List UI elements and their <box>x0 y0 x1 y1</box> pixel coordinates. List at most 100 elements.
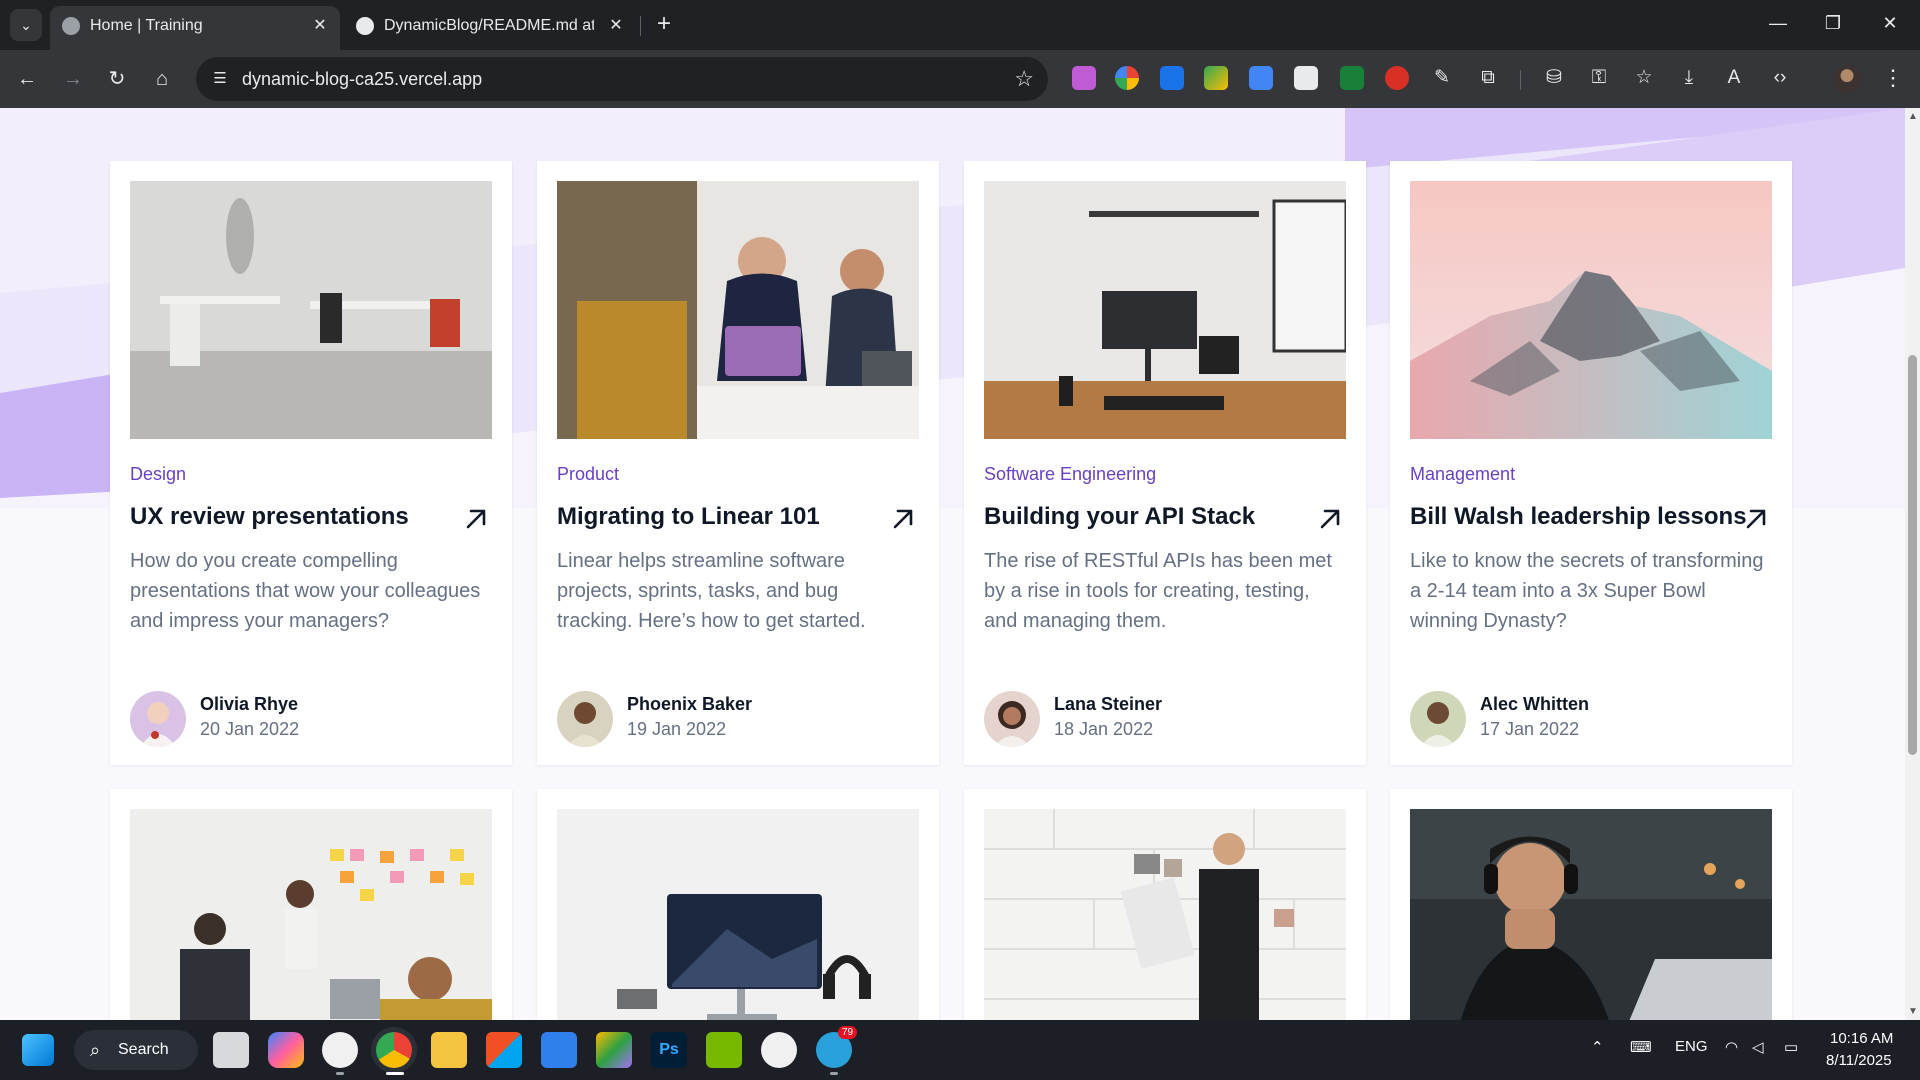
post-excerpt: Linear helps streamline software project… <box>557 550 866 632</box>
incognito-icon[interactable]: ⛁ <box>1540 64 1568 92</box>
extension-color-picker-icon[interactable] <box>1115 66 1139 90</box>
task-view-icon[interactable] <box>213 1032 249 1068</box>
author-name: Lana Steiner <box>1054 694 1163 714</box>
microsoft-store-icon[interactable] <box>486 1032 522 1068</box>
chatgpt-icon[interactable] <box>322 1032 358 1068</box>
globe-icon <box>62 17 80 35</box>
minimize-button[interactable]: — <box>1758 8 1798 38</box>
blog-card[interactable] <box>537 789 939 1020</box>
windows-taskbar: ⌕ Search Ps 79 ⌃ ⌨ ENG ◠ ◁ ▭ 10:16 AM 8/… <box>0 1020 1920 1080</box>
devtools-code-icon[interactable]: ‹› <box>1766 64 1794 92</box>
running-indicator <box>336 1072 344 1075</box>
copilot-icon[interactable] <box>268 1032 304 1068</box>
running-indicator <box>830 1072 838 1075</box>
extension-record-icon[interactable] <box>1385 66 1409 90</box>
language-indicator[interactable]: ENG <box>1675 1038 1708 1055</box>
post-title[interactable]: Building your API Stack <box>984 503 1304 531</box>
man-laptop-photo <box>1410 809 1772 1020</box>
site-info-icon[interactable]: ☰ <box>210 69 230 89</box>
app-diamond-icon[interactable] <box>596 1032 632 1068</box>
author-avatar <box>1410 691 1466 747</box>
wifi-icon[interactable]: ◠ <box>1725 1038 1738 1056</box>
tab-github-readme[interactable]: DynamicBlog/README.md at main ✕ <box>344 6 636 50</box>
tab-close-button[interactable]: ✕ <box>606 6 626 46</box>
clock-time[interactable]: 10:16 AM <box>1830 1030 1893 1047</box>
post-title[interactable]: Bill Walsh leadership lessons <box>1410 503 1747 531</box>
restore-button[interactable]: ❐ <box>1813 8 1853 38</box>
extension-flag-icon[interactable] <box>1340 66 1364 90</box>
nvidia-icon[interactable] <box>706 1032 742 1068</box>
scrollbar-thumb[interactable] <box>1908 355 1917 755</box>
extension-purple-icon[interactable] <box>1072 66 1096 90</box>
scroll-down-arrow-icon[interactable]: ▼ <box>1908 1006 1918 1017</box>
page-scrollbar[interactable]: ▲ ▼ <box>1905 108 1920 1020</box>
blog-card[interactable]: Product Migrating to Linear 101 Linear h… <box>537 161 939 765</box>
desk-setup-photo <box>984 181 1346 439</box>
blog-card[interactable]: Software Engineering Building your API S… <box>964 161 1366 765</box>
bookmarks-icon[interactable]: ☆ <box>1630 64 1658 92</box>
post-date: 18 Jan 2022 <box>1054 719 1154 739</box>
new-tab-button[interactable]: + <box>650 10 678 38</box>
volume-icon[interactable]: ◁ <box>1752 1038 1764 1056</box>
post-category[interactable]: Design <box>130 464 186 485</box>
author-name: Alec Whitten <box>1480 694 1590 714</box>
blog-card[interactable] <box>110 789 512 1020</box>
translate-icon[interactable]: A <box>1720 64 1748 92</box>
address-bar[interactable]: ☰ dynamic-blog-ca25.vercel.app ☆ <box>196 57 1048 101</box>
tray-chevron-up-icon[interactable]: ⌃ <box>1591 1038 1604 1056</box>
arrow-up-right-icon[interactable] <box>1316 505 1344 533</box>
tab-search-button[interactable]: ⌄ <box>10 9 42 41</box>
clock-date[interactable]: 8/11/2025 <box>1826 1052 1892 1069</box>
blog-card[interactable]: Design UX review presentations How do yo… <box>110 161 512 765</box>
tab-home-training[interactable]: Home | Training ✕ <box>50 6 340 50</box>
tab-title: Home | Training <box>90 17 203 34</box>
extension-download-icon[interactable] <box>1160 66 1184 90</box>
arrow-up-right-icon[interactable] <box>889 505 917 533</box>
post-category[interactable]: Product <box>557 464 619 485</box>
arrow-up-right-icon[interactable] <box>462 505 490 533</box>
post-title[interactable]: UX review presentations <box>130 503 450 531</box>
password-key-icon[interactable]: ⚿ <box>1585 64 1613 92</box>
photoshop-icon[interactable]: Ps <box>651 1032 687 1068</box>
reload-button[interactable]: ↻ <box>100 62 134 96</box>
extensions-puzzle-icon[interactable]: ⧉ <box>1474 64 1502 92</box>
telegram-icon[interactable]: 79 <box>816 1026 858 1068</box>
extension-calendar-icon[interactable] <box>1294 66 1318 90</box>
blog-card[interactable] <box>1390 789 1792 1020</box>
github-desktop-icon[interactable] <box>761 1032 797 1068</box>
monitor-headphones-photo <box>557 809 919 1020</box>
blog-card[interactable]: Management Bill Walsh leadership lessons… <box>1390 161 1792 765</box>
bookmark-star-icon[interactable]: ☆ <box>1014 66 1034 92</box>
more-menu-icon[interactable]: ⋮ <box>1880 64 1906 92</box>
post-excerpt: How do you create compelling presentatio… <box>130 550 481 632</box>
tab-close-button[interactable]: ✕ <box>310 6 330 46</box>
scroll-up-arrow-icon[interactable]: ▲ <box>1908 111 1918 122</box>
file-explorer-icon[interactable] <box>431 1032 467 1068</box>
profile-avatar[interactable] <box>1833 65 1861 93</box>
vscode-icon[interactable] <box>541 1032 577 1068</box>
eyedropper-icon[interactable]: ✎ <box>1428 64 1456 92</box>
post-category[interactable]: Software Engineering <box>984 464 1156 485</box>
github-icon <box>356 17 374 35</box>
taskbar-search-box[interactable]: ⌕ Search <box>74 1030 198 1070</box>
windows-start-icon[interactable] <box>22 1034 54 1066</box>
chrome-icon[interactable] <box>376 1032 412 1068</box>
battery-icon[interactable]: ▭ <box>1784 1038 1798 1056</box>
forward-button[interactable]: → <box>56 62 90 96</box>
back-button[interactable]: ← <box>10 62 44 96</box>
post-title[interactable]: Migrating to Linear 101 <box>557 503 877 531</box>
search-icon: ⌕ <box>90 1040 101 1060</box>
url-text[interactable]: dynamic-blog-ca25.vercel.app <box>242 69 482 90</box>
search-label: Search <box>118 1041 169 1058</box>
window-close-button[interactable]: ✕ <box>1870 8 1910 38</box>
blog-card[interactable] <box>964 789 1366 1020</box>
post-category[interactable]: Management <box>1410 464 1515 485</box>
extension-green-icon[interactable] <box>1204 66 1228 90</box>
tab-title: DynamicBlog/README.md at main <box>384 17 594 34</box>
google-translate-icon[interactable] <box>1249 66 1273 90</box>
arrow-up-right-icon[interactable] <box>1742 505 1770 533</box>
home-button[interactable]: ⌂ <box>145 62 179 96</box>
downloads-icon[interactable]: ⤓ <box>1675 64 1703 92</box>
author-avatar <box>984 691 1040 747</box>
keyboard-icon[interactable]: ⌨ <box>1630 1038 1652 1056</box>
